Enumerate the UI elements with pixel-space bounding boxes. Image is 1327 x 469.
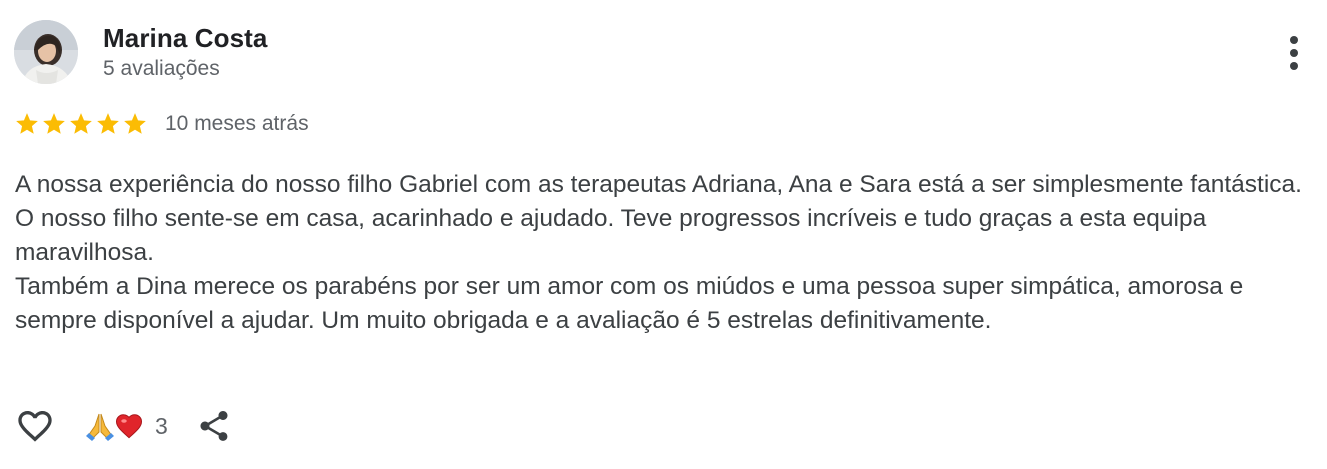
review-card: Marina Costa 5 avaliações 10 meses atrás… (0, 0, 1327, 469)
review-text: A nossa experiência do nosso filho Gabri… (15, 168, 1310, 338)
star-icon (43, 113, 65, 134)
star-icon (16, 113, 38, 134)
review-paragraph-2: Também a Dina merece os parabéns por ser… (15, 273, 1244, 334)
more-vert-icon (1290, 36, 1298, 44)
like-button[interactable] (14, 405, 56, 447)
author-name[interactable]: Marina Costa (103, 23, 267, 54)
share-icon (200, 411, 228, 441)
reactions-summary[interactable]: 3 (84, 410, 168, 442)
rating-row: 10 meses atrás (14, 110, 309, 138)
reaction-count: 3 (155, 412, 168, 439)
star-icon (70, 113, 92, 134)
author-review-count[interactable]: 5 avaliações (103, 57, 220, 81)
more-options-button[interactable] (1276, 32, 1312, 74)
review-date: 10 meses atrás (165, 112, 309, 135)
star-rating (14, 111, 148, 137)
review-actions: 3 (14, 405, 234, 447)
review-paragraph-1: A nossa experiência do nosso filho Gabri… (15, 171, 1302, 266)
share-button[interactable] (194, 406, 234, 446)
star-icon (124, 113, 146, 134)
heart-outline-icon (18, 411, 52, 442)
star-icon (97, 113, 119, 134)
author-avatar[interactable] (14, 20, 78, 84)
red-heart-icon (115, 414, 143, 439)
praying-hands-icon (86, 413, 114, 441)
avatar-photo-icon (14, 20, 78, 84)
